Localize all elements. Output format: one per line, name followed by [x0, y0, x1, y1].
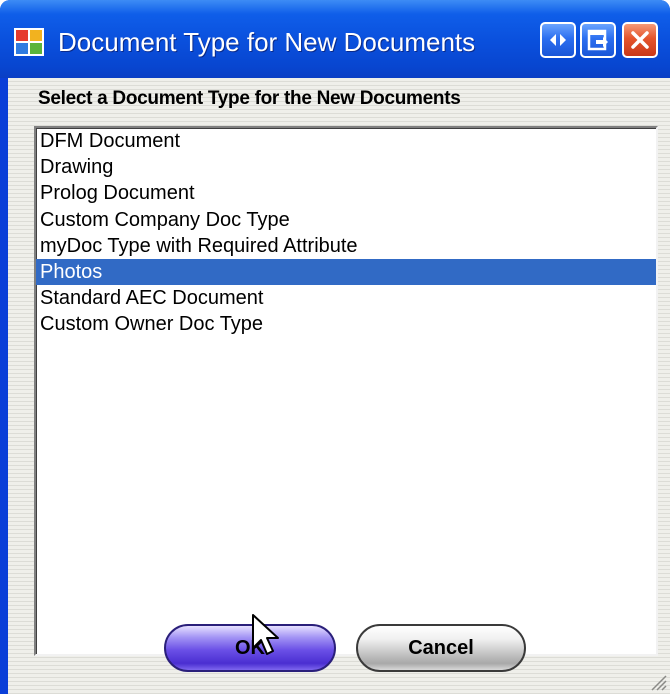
list-item[interactable]: Prolog Document	[36, 180, 656, 206]
restore-button[interactable]	[540, 22, 576, 58]
close-button[interactable]	[622, 22, 658, 58]
ok-button[interactable]: OK	[164, 624, 336, 672]
mouse-pointer-icon	[252, 614, 279, 655]
close-icon	[631, 31, 649, 49]
minimize-button[interactable]	[580, 22, 616, 58]
resize-grip-icon[interactable]	[646, 670, 668, 692]
list-item[interactable]: Custom Owner Doc Type	[36, 311, 656, 337]
exit-window-icon	[587, 29, 608, 51]
list-item[interactable]: Standard AEC Document	[36, 285, 656, 311]
list-item[interactable]: Drawing	[36, 154, 656, 180]
document-type-listbox[interactable]: DFM Document Drawing Prolog Document Cus…	[34, 126, 658, 656]
cancel-button[interactable]: Cancel	[356, 624, 526, 672]
app-icon	[14, 28, 44, 56]
dialog-client-area: Select a Document Type for the New Docum…	[8, 78, 670, 694]
prompt-label: Select a Document Type for the New Docum…	[38, 88, 461, 109]
list-item[interactable]: DFM Document	[36, 128, 656, 154]
list-item-selected[interactable]: Photos	[36, 258, 656, 286]
window-title: Document Type for New Documents	[58, 27, 476, 57]
dialog-window: Document Type for New Documents Select a…	[0, 0, 670, 694]
list-item[interactable]: myDoc Type with Required Attribute	[36, 233, 656, 259]
title-bar[interactable]: Document Type for New Documents	[0, 0, 670, 78]
left-right-arrows-icon	[550, 34, 566, 46]
list-item[interactable]: Custom Company Doc Type	[36, 207, 656, 233]
